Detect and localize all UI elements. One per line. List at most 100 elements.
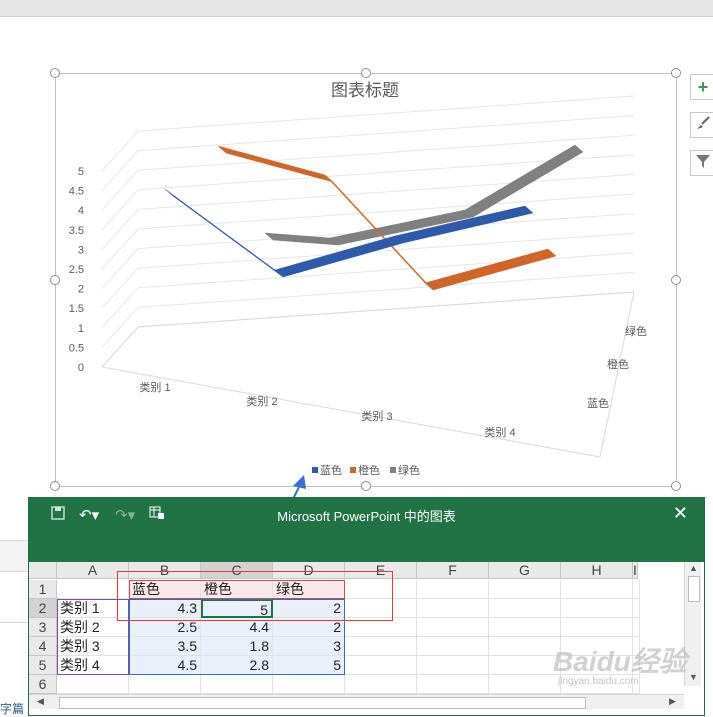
cell[interactable]: 2.5 (129, 618, 201, 637)
cell[interactable]: 4.4 (201, 618, 273, 637)
cell[interactable] (417, 580, 489, 599)
gridline (137, 271, 635, 308)
gridline (101, 228, 139, 270)
row-header[interactable]: 2 (29, 599, 57, 618)
active-cell[interactable]: 5 (201, 599, 273, 618)
cell[interactable]: 3 (273, 637, 345, 656)
chart-elements-button[interactable]: + (690, 74, 713, 100)
cell[interactable]: 2.8 (201, 656, 273, 675)
y-tick-label: 1 (78, 323, 84, 335)
cell[interactable]: 类别 3 (57, 637, 129, 656)
row-header[interactable]: 5 (29, 656, 57, 675)
cell[interactable] (345, 675, 417, 694)
cell[interactable] (273, 675, 345, 694)
select-all-corner[interactable] (29, 562, 57, 579)
cell[interactable] (561, 618, 633, 637)
column-header[interactable]: B (129, 562, 201, 579)
cell[interactable] (345, 599, 417, 618)
series-segment-橙色[interactable] (217, 145, 334, 183)
gridline (101, 287, 139, 329)
cell[interactable]: 类别 1 (57, 599, 129, 618)
column-header[interactable]: A (57, 562, 129, 579)
cell[interactable]: 橙色 (201, 580, 273, 599)
cell[interactable] (633, 618, 640, 637)
row-header[interactable]: 3 (29, 618, 57, 637)
column-header[interactable]: I (633, 562, 638, 579)
y-tick-label: 0 (78, 362, 84, 374)
cell[interactable] (489, 599, 561, 618)
cell[interactable] (417, 656, 489, 675)
cell[interactable] (561, 580, 633, 599)
chart-filters-button[interactable] (690, 150, 713, 176)
x-tick-label: 类别 1 (139, 380, 170, 394)
chart-title[interactable]: 图表标题 (331, 81, 399, 100)
column-header[interactable]: C (201, 562, 273, 579)
column-header[interactable]: G (489, 562, 561, 579)
y-tick-label: 1.5 (69, 303, 84, 315)
cell[interactable]: 类别 2 (57, 618, 129, 637)
excel-title-bar: ↶▾ ↷▾ Microsoft PowerPoint 中的图表 ✕ (29, 498, 704, 562)
cell[interactable] (489, 675, 561, 694)
horizontal-scroll-thumb[interactable] (59, 697, 586, 709)
column-header[interactable]: H (561, 562, 633, 579)
cell[interactable] (489, 580, 561, 599)
cell[interactable]: 5 (273, 656, 345, 675)
legend-swatch (312, 467, 318, 473)
scroll-down-icon[interactable]: ▼ (689, 672, 698, 682)
gridline (101, 189, 139, 231)
column-header[interactable]: E (345, 562, 417, 579)
y-tick-label: 0.5 (69, 342, 84, 354)
cell[interactable] (417, 637, 489, 656)
cell[interactable] (633, 599, 640, 618)
gridline (101, 130, 139, 172)
vertical-scroll-thumb[interactable] (688, 576, 700, 602)
series-segment-橙色[interactable] (424, 248, 557, 291)
cell[interactable] (57, 580, 129, 599)
scroll-left-icon[interactable]: ◀ (37, 696, 44, 707)
cell[interactable] (417, 675, 489, 694)
close-icon[interactable]: ✕ (673, 503, 688, 524)
column-header[interactable]: D (273, 562, 345, 579)
cell[interactable] (417, 618, 489, 637)
cell[interactable]: 绿色 (273, 580, 345, 599)
cell[interactable] (489, 618, 561, 637)
chart-styles-button[interactable] (690, 112, 713, 138)
cell[interactable]: 4.5 (129, 656, 201, 675)
cell[interactable]: 2 (273, 618, 345, 637)
x-tick-label: 类别 3 (361, 409, 392, 423)
cell[interactable] (345, 580, 417, 599)
row-header[interactable]: 6 (29, 675, 57, 694)
watermark-url: jingyan.baidu.com (558, 676, 639, 687)
row-header[interactable]: 1 (29, 580, 57, 599)
cell[interactable] (345, 656, 417, 675)
cell[interactable]: 类别 4 (57, 656, 129, 675)
chart-svg[interactable]: 图表标题 0 0.5 1 1.5 2 2.5 3 3.5 4 4.5 5 类别 1 类别 2 类别 3 类别… (0, 0, 713, 497)
gridline (101, 209, 139, 250)
cell[interactable] (201, 675, 273, 694)
gridline (101, 248, 139, 289)
horizontal-scrollbar[interactable]: ◀ ▶ (29, 694, 684, 709)
floor-edge (137, 291, 635, 328)
annotation-arrow-head (293, 475, 306, 489)
cell[interactable]: 蓝色 (129, 580, 201, 599)
cell[interactable]: 2 (273, 599, 345, 618)
cell[interactable] (489, 637, 561, 656)
cell[interactable] (345, 618, 417, 637)
cell[interactable] (561, 599, 633, 618)
plus-icon: + (697, 76, 709, 97)
legend-label: 绿色 (398, 463, 420, 477)
floor-edge (599, 291, 635, 458)
cell[interactable]: 3.5 (129, 637, 201, 656)
row-header[interactable]: 4 (29, 637, 57, 656)
scroll-right-icon[interactable]: ▶ (669, 696, 676, 707)
cell[interactable] (633, 580, 640, 599)
scroll-up-icon[interactable]: ▲ (689, 563, 698, 573)
cell[interactable]: 4.3 (129, 599, 201, 618)
cell[interactable] (345, 637, 417, 656)
column-header[interactable]: F (417, 562, 489, 579)
cell[interactable]: 1.8 (201, 637, 273, 656)
cell[interactable] (417, 599, 489, 618)
cell[interactable] (489, 656, 561, 675)
cell[interactable] (57, 675, 129, 694)
cell[interactable] (129, 675, 201, 694)
